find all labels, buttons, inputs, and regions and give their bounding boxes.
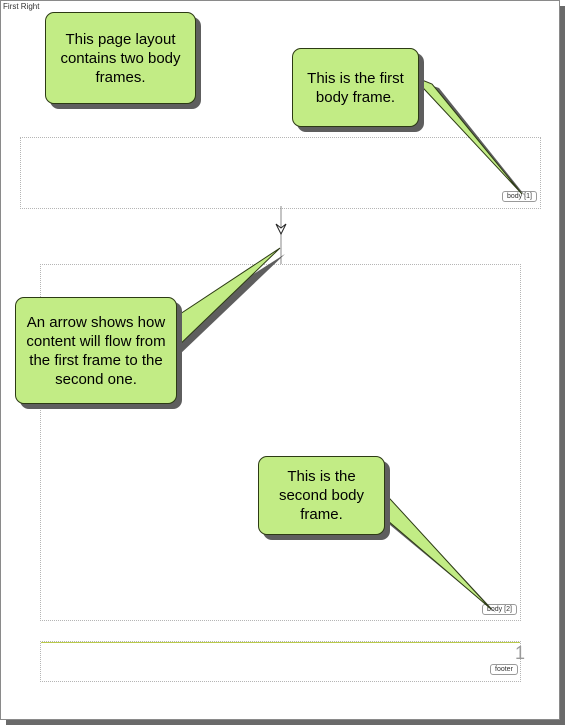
callout-arrow-note: An arrow shows how content will flow fro… [15,297,177,404]
callout-tail-first-frame [411,75,523,195]
callout-tail-arrow [173,247,281,352]
callout-first-frame: This is the first body frame. [292,48,419,127]
callout-layout-note-text: This page layout contains two body frame… [60,30,181,86]
callout-layout-note: This page layout contains two body frame… [45,12,196,104]
callout-first-frame-text: This is the first body frame. [307,69,404,106]
callout-second-frame: This is the second body frame. [258,456,385,535]
callout-tail-second-frame [379,486,492,610]
callout-arrow-note-text: An arrow shows how content will flow fro… [26,313,166,388]
callout-second-frame-text: This is the second body frame. [278,468,365,523]
